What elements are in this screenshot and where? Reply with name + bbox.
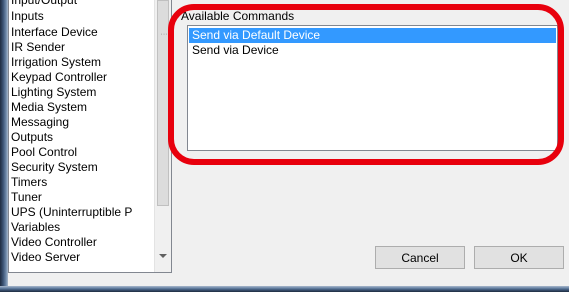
commands-list[interactable]: Send via Default Device Send via Device	[187, 25, 558, 151]
category-item[interactable]: Video Controller	[11, 235, 155, 250]
scroll-down-arrow-icon[interactable]	[159, 254, 167, 258]
category-item[interactable]: Keypad Controller	[11, 70, 155, 85]
cancel-button[interactable]: Cancel	[375, 246, 465, 269]
category-item[interactable]: Media System	[11, 100, 155, 115]
category-scrollbar[interactable]: ···	[154, 0, 171, 272]
category-item[interactable]: Interface Device	[11, 25, 155, 40]
category-item[interactable]: Security System	[11, 160, 155, 175]
category-item[interactable]: UPS (Uninterruptible P	[11, 205, 155, 220]
window-frame-left	[0, 0, 8, 292]
category-item[interactable]: Input/Output	[11, 0, 155, 8]
window-frame-bottom	[0, 286, 569, 292]
category-item[interactable]: Outputs	[11, 130, 155, 145]
command-item-send-via-device[interactable]: Send via Device	[189, 43, 556, 58]
command-item-send-via-default-device[interactable]: Send via Default Device	[189, 28, 556, 43]
category-item[interactable]: Variables	[11, 220, 155, 235]
ok-button[interactable]: OK	[474, 246, 564, 269]
dialog-window: Input/Output Inputs Interface Device IR …	[0, 0, 569, 292]
category-item[interactable]: Tuner	[11, 190, 155, 205]
available-commands-label: Available Commands	[181, 9, 295, 23]
category-item[interactable]: Messaging	[11, 115, 155, 130]
scrollbar-thumb[interactable]: ···	[157, 0, 169, 206]
category-item[interactable]: Inputs	[11, 9, 155, 24]
category-item[interactable]: IR Sender	[11, 40, 155, 55]
category-list[interactable]: Input/Output Inputs Interface Device IR …	[8, 0, 172, 273]
category-item[interactable]: Video Server	[11, 250, 155, 265]
category-item[interactable]: Pool Control	[11, 145, 155, 160]
category-item[interactable]: Lighting System	[11, 85, 155, 100]
category-item[interactable]: Timers	[11, 175, 155, 190]
category-item[interactable]: Irrigation System	[11, 55, 155, 70]
grip-icon: ···	[160, 31, 168, 38]
